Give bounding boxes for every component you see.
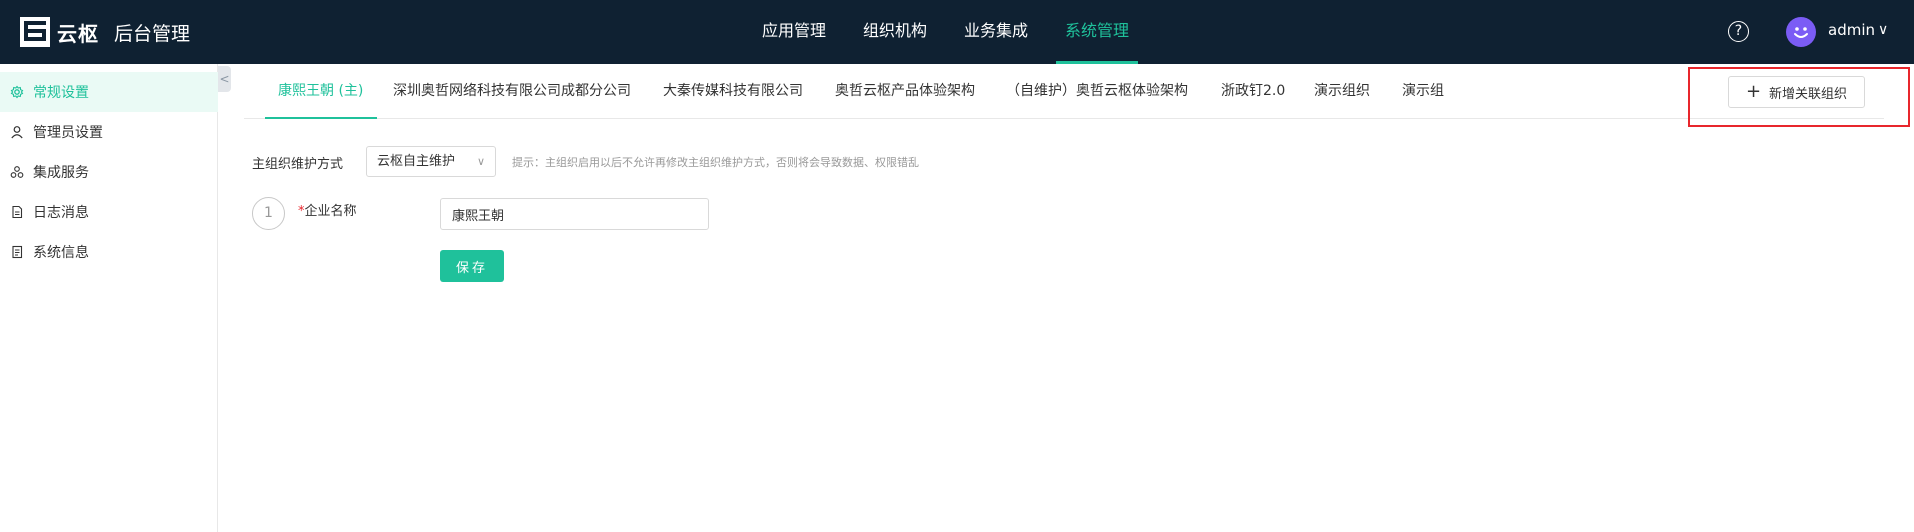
plus-icon: + <box>1745 81 1762 102</box>
maintain-mode-hint: 提示：主组织启用以后不允许再修改主组织维护方式，否则将会导致数据、权限错乱 <box>512 156 919 169</box>
gear-icon <box>10 85 24 99</box>
nav-item-integration[interactable]: 业务集成 <box>955 0 1037 64</box>
nav-item-organization[interactable]: 组织机构 <box>854 0 936 64</box>
sidebar-item-log-messages[interactable]: 日志消息 <box>0 192 218 232</box>
sidebar-item-label: 常规设置 <box>33 85 89 101</box>
company-name-label-text: 企业名称 <box>304 204 357 219</box>
nav-item-app-management[interactable]: 应用管理 <box>753 0 835 64</box>
maintain-mode-label: 主组织维护方式 <box>252 157 344 172</box>
app-title: 后台管理 <box>114 23 191 45</box>
sidebar-item-label: 日志消息 <box>33 205 89 221</box>
info-doc-icon <box>10 245 24 259</box>
company-name-label: *企业名称 <box>298 200 357 219</box>
tab-org-demo-organization[interactable]: 演示组织 <box>1314 64 1370 119</box>
maintain-mode-select[interactable]: 云枢自主维护 ∨ <box>366 146 496 177</box>
logo-icon <box>19 16 53 48</box>
nav-item-system-management[interactable]: 系统管理 <box>1056 0 1139 64</box>
help-icon[interactable]: ? <box>1728 21 1749 42</box>
logo-text: 云枢 <box>57 21 99 46</box>
integration-icon <box>10 165 24 179</box>
sidebar-item-general-settings[interactable]: 常规设置 <box>0 72 218 112</box>
chevron-down-icon: ∨ <box>476 155 485 168</box>
step-number: 1 <box>252 197 285 230</box>
tab-org-daqin-media[interactable]: 大秦传媒科技有限公司 <box>663 64 803 119</box>
avatar[interactable] <box>1786 17 1816 47</box>
top-bar: 云枢 后台管理 应用管理 组织机构 业务集成 系统管理 ? admin ∨ <box>0 0 1914 64</box>
sidebar-item-system-info[interactable]: 系统信息 <box>0 232 218 272</box>
user-icon <box>10 125 24 139</box>
maintain-mode-value: 云枢自主维护 <box>377 154 456 169</box>
username[interactable]: admin <box>1828 21 1875 39</box>
sidebar-item-admin-settings[interactable]: 管理员设置 <box>0 112 218 152</box>
top-nav: 应用管理 组织机构 业务集成 系统管理 <box>753 0 1157 64</box>
smiley-avatar-icon <box>1794 27 1808 38</box>
tab-org-zhezhengding[interactable]: 浙政钉2.0 <box>1221 64 1285 119</box>
tab-org-main[interactable]: 康熙王朝 (主) <box>264 64 378 119</box>
add-linked-org-label: 新增关联组织 <box>1769 86 1848 102</box>
sidebar: 常规设置 管理员设置 集成服务 日志消息 系统信息 <box>0 64 218 532</box>
sidebar-item-label: 系统信息 <box>33 245 89 261</box>
company-name-input[interactable] <box>440 198 709 230</box>
tab-org-shenzhen-chengdu[interactable]: 深圳奥哲网络科技有限公司成都分公司 <box>393 64 631 119</box>
sidebar-collapse-button[interactable]: < <box>218 66 231 92</box>
organization-tabs: 康熙王朝 (主) 深圳奥哲网络科技有限公司成都分公司 大秦传媒科技有限公司 奥哲… <box>244 64 1884 119</box>
tab-org-self-maintained[interactable]: （自维护）奥哲云枢体验架构 <box>1006 64 1188 119</box>
document-icon <box>10 205 24 219</box>
add-linked-org-button[interactable]: + 新增关联组织 <box>1728 76 1865 108</box>
tab-org-demo-group[interactable]: 演示组 <box>1402 64 1444 119</box>
sidebar-item-label: 集成服务 <box>33 165 89 181</box>
save-button[interactable]: 保存 <box>440 250 504 282</box>
chevron-down-icon[interactable]: ∨ <box>1878 22 1888 38</box>
tab-org-product-experience[interactable]: 奥哲云枢产品体验架构 <box>835 64 975 119</box>
sidebar-item-integration-services[interactable]: 集成服务 <box>0 152 218 192</box>
sidebar-item-label: 管理员设置 <box>33 125 103 141</box>
logo[interactable]: 云枢 <box>19 16 99 48</box>
